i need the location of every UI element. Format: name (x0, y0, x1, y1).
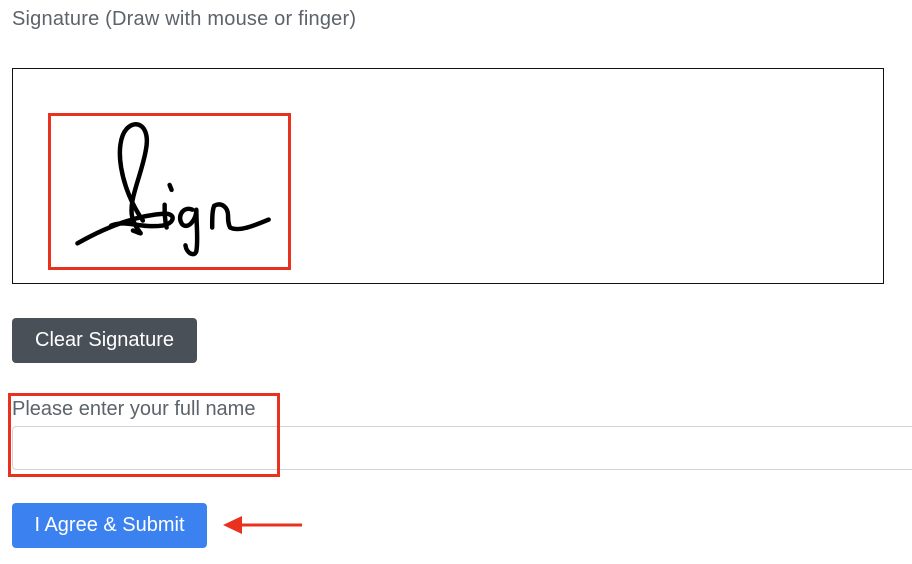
full-name-input[interactable] (12, 426, 912, 470)
left-arrow-icon (223, 516, 302, 534)
signature-label: Signature (Draw with mouse or finger) (12, 8, 357, 30)
full-name-label: Please enter your full name (12, 398, 256, 420)
clear-signature-button[interactable]: Clear Signature (12, 318, 197, 363)
agree-submit-button[interactable]: I Agree & Submit (12, 503, 207, 548)
signature-pad[interactable] (12, 68, 884, 284)
signature-drawing (75, 122, 271, 257)
